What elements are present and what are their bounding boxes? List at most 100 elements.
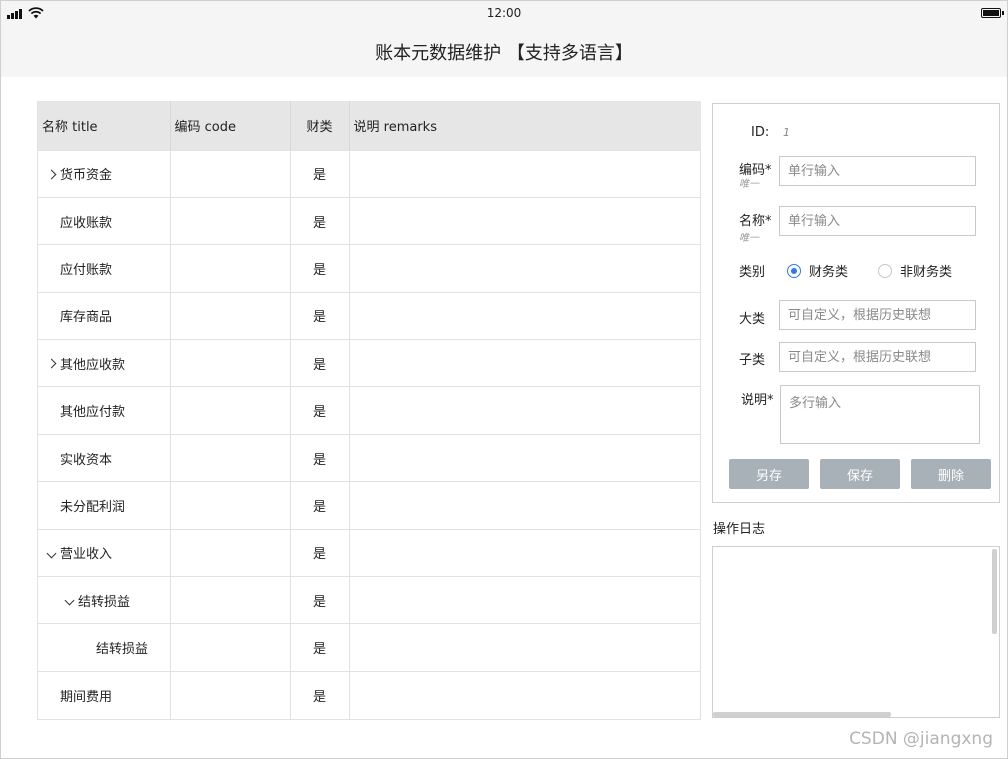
cell-remarks — [349, 528, 701, 577]
id-label: ID: — [751, 125, 770, 140]
table-row[interactable]: 其他应收款 是 — [38, 339, 701, 387]
cell-financial: 是 — [290, 291, 350, 340]
cell-title: 其他应付款 — [38, 386, 171, 435]
cell-financial: 是 — [290, 149, 350, 198]
cell-remarks — [349, 291, 701, 340]
row-title-text: 结转损益 — [78, 594, 131, 610]
cell-code — [170, 481, 291, 530]
cell-title: 应付账款 — [38, 244, 171, 293]
column-header-remarks[interactable]: 说明 remarks — [349, 101, 701, 150]
delete-button[interactable]: 删除 — [911, 459, 991, 489]
cell-code — [170, 433, 291, 482]
row-title-text: 结转损益 — [96, 642, 149, 658]
device-frame: 12:00 账本元数据维护 【支持多语言】 名称 title 编码 code 财… — [0, 0, 1008, 759]
log-horizontal-scrollbar[interactable] — [713, 712, 891, 717]
cell-title: 结转损益 — [38, 623, 171, 672]
cell-financial: 是 — [290, 528, 350, 577]
cell-remarks — [349, 670, 701, 719]
table-row[interactable]: 期间费用 是 — [38, 670, 701, 719]
cell-title: 货币资金 — [38, 149, 171, 198]
table-row[interactable]: 其他应付款 是 — [38, 386, 701, 435]
cell-code — [170, 244, 291, 293]
table-header-row: 名称 title 编码 code 财类 说明 remarks — [38, 101, 701, 150]
remark-textarea[interactable] — [780, 385, 980, 444]
name-unique-hint: 唯一 — [739, 233, 759, 244]
cell-remarks — [349, 339, 701, 387]
code-unique-hint: 唯一 — [739, 179, 759, 190]
operation-log-title: 操作日志 — [713, 522, 766, 537]
column-header-code[interactable]: 编码 code — [170, 101, 291, 150]
code-input[interactable] — [779, 156, 976, 186]
save-button[interactable]: 保存 — [820, 459, 900, 489]
collapse-chevron-down-icon[interactable] — [42, 546, 60, 560]
cell-remarks — [349, 481, 701, 530]
collapse-chevron-down-icon[interactable] — [60, 593, 78, 607]
cell-code — [170, 149, 291, 198]
radio-selected-icon[interactable] — [787, 263, 801, 278]
log-vertical-scrollbar[interactable] — [992, 549, 997, 634]
sub-category-input[interactable] — [779, 342, 976, 372]
radio-financial[interactable]: 财务类 — [787, 261, 848, 280]
radio-non-financial-label: 非财务类 — [900, 265, 953, 280]
cell-code — [170, 196, 291, 245]
cell-remarks — [349, 433, 701, 482]
cell-title: 实收资本 — [38, 433, 171, 482]
cell-remarks — [349, 244, 701, 293]
cell-code — [170, 576, 291, 624]
radio-unselected-icon[interactable] — [878, 263, 892, 278]
cell-code — [170, 670, 291, 719]
status-bar: 12:00 — [1, 1, 1007, 27]
row-title-text: 应付账款 — [60, 262, 113, 278]
status-time: 12:00 — [486, 6, 522, 20]
cell-remarks — [349, 576, 701, 624]
cell-financial: 是 — [290, 576, 350, 624]
table-row[interactable]: 库存商品 是 — [38, 291, 701, 340]
cell-code — [170, 291, 291, 340]
watermark: CSDN @jiangxng — [849, 729, 993, 749]
table-row[interactable]: 结转损益 是 — [38, 576, 701, 624]
cell-code — [170, 386, 291, 435]
cell-title: 应收账款 — [38, 196, 171, 245]
major-category-input[interactable] — [779, 300, 976, 330]
table-row[interactable]: 结转损益 是 — [38, 623, 701, 672]
cell-financial: 是 — [290, 386, 350, 435]
cell-remarks — [349, 196, 701, 245]
id-value: 1 — [783, 126, 790, 139]
save-as-button[interactable]: 另存 — [729, 459, 809, 489]
cell-title: 营业收入 — [38, 528, 171, 577]
cell-code — [170, 623, 291, 672]
expand-chevron-right-icon[interactable] — [42, 167, 60, 181]
table-row[interactable]: 货币资金 是 — [38, 149, 701, 198]
page-header: 账本元数据维护 【支持多语言】 — [1, 27, 1007, 77]
cell-title: 结转损益 — [38, 576, 171, 624]
cell-financial: 是 — [290, 196, 350, 245]
cell-remarks — [349, 149, 701, 198]
cell-code — [170, 339, 291, 387]
cell-financial: 是 — [290, 244, 350, 293]
operation-log-box[interactable] — [712, 546, 1000, 718]
page-title: 账本元数据维护 【支持多语言】 — [375, 43, 633, 64]
table-row[interactable]: 未分配利润 是 — [38, 481, 701, 530]
remark-label: 说明* — [741, 393, 774, 408]
row-title-text: 其他应收款 — [60, 357, 126, 373]
name-input[interactable] — [779, 206, 976, 236]
row-title-text: 其他应付款 — [60, 405, 126, 421]
major-category-label: 大类 — [739, 312, 766, 327]
category-label: 类别 — [739, 265, 766, 280]
table-row[interactable]: 应收账款 是 — [38, 196, 701, 245]
row-title-text: 应收账款 — [60, 215, 113, 231]
edit-form-panel: ID: 1 编码* 唯一 名称* 唯一 类别 财务类 非财务类 大类 子类 说明… — [712, 103, 1000, 503]
cell-remarks — [349, 386, 701, 435]
column-header-financial[interactable]: 财类 — [290, 101, 350, 150]
ledger-tree-table: 名称 title 编码 code 财类 说明 remarks 货币资金是应收账款… — [37, 101, 701, 720]
cell-title: 未分配利润 — [38, 481, 171, 530]
row-title-text: 货币资金 — [60, 168, 113, 184]
cell-financial: 是 — [290, 339, 350, 387]
table-row[interactable]: 应付账款 是 — [38, 244, 701, 293]
table-row[interactable]: 实收资本 是 — [38, 433, 701, 482]
cell-remarks — [349, 623, 701, 672]
radio-non-financial[interactable]: 非财务类 — [878, 261, 952, 280]
expand-chevron-right-icon[interactable] — [42, 356, 60, 370]
column-header-title[interactable]: 名称 title — [38, 101, 171, 150]
table-row[interactable]: 营业收入 是 — [38, 528, 701, 577]
